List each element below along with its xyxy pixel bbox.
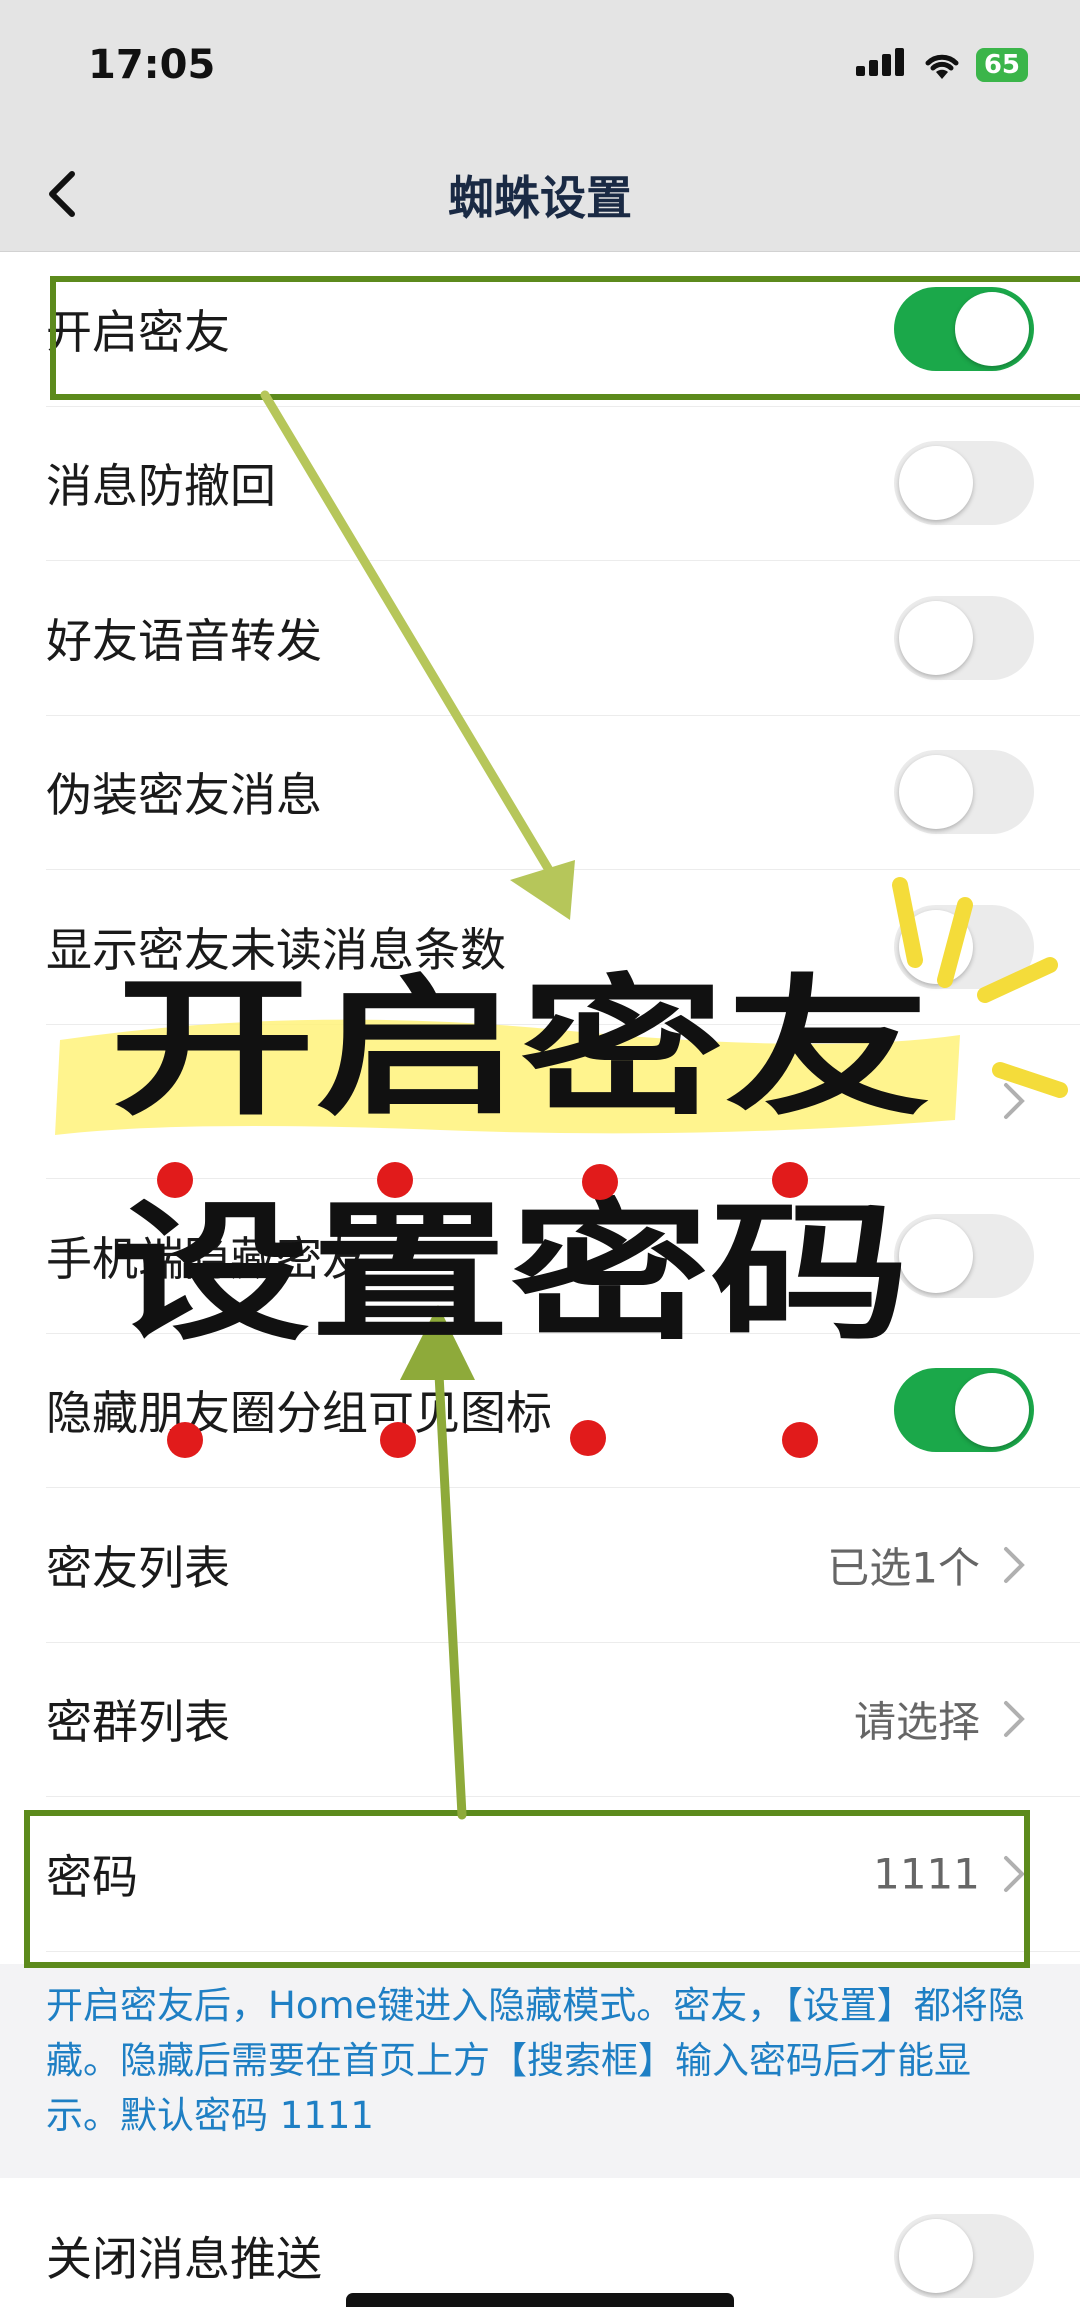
setting-label: 好友语音转发: [46, 613, 322, 668]
toggle-switch-off[interactable]: [894, 595, 1034, 680]
status-icons: 65: [855, 48, 1028, 82]
chevron-right-icon: [1004, 1546, 1025, 1583]
setting-value: 请选择: [853, 1697, 980, 1747]
settings-list: 开启密友 消息防撤回 好友语音转发 伪装密友消息 显示密友未读消息条数 手机端隐…: [0, 252, 1080, 1952]
page-title: 蜘蛛设置: [448, 171, 632, 225]
cellular-signal-icon: [855, 48, 904, 76]
setting-row-disable-push[interactable]: 关闭消息推送: [46, 2178, 1080, 2307]
toggle-switch-off[interactable]: [894, 441, 1034, 526]
setting-value: 已选1个: [827, 1543, 980, 1593]
home-indicator: [346, 2293, 734, 2307]
setting-row-close-group-list[interactable]: 密群列表 请选择: [46, 1643, 1080, 1797]
status-time: 17:05: [88, 42, 216, 88]
setting-row-anti-recall[interactable]: 消息防撤回: [46, 407, 1080, 561]
wifi-icon: [925, 54, 959, 79]
highlight-box-enable-close-friend: [50, 276, 1080, 400]
setting-row-disguise-messages[interactable]: 伪装密友消息: [46, 716, 1080, 870]
setting-row-unread-count[interactable]: 显示密友未读消息条数: [46, 870, 1080, 1025]
highlight-box-password: [24, 1810, 1030, 1968]
info-note: 开启密友后，Home键进入隐藏模式。密友，【设置】都将隐藏。隐藏后需要在首页上方…: [0, 1964, 1080, 2178]
nav-bar: 蜘蛛设置: [0, 140, 1080, 252]
setting-row-voice-forward[interactable]: 好友语音转发: [46, 561, 1080, 716]
toggle-switch-off[interactable]: [894, 904, 1034, 989]
setting-label: 关闭消息推送: [46, 2231, 322, 2286]
setting-label: 密群列表: [46, 1695, 230, 1750]
setting-label: 手机端隐藏密友: [46, 1231, 368, 1286]
setting-label: 伪装密友消息: [46, 768, 322, 823]
setting-row-hide-on-phone[interactable]: 手机端隐藏密友: [46, 1179, 1080, 1334]
toggle-switch-off[interactable]: [894, 1213, 1034, 1298]
setting-label: 隐藏朋友圈分组可见图标: [46, 1386, 552, 1441]
toggle-switch-on[interactable]: [894, 1368, 1034, 1453]
battery-indicator: 65: [975, 48, 1028, 82]
setting-row-hide-moments-icon[interactable]: 隐藏朋友圈分组可见图标: [46, 1334, 1080, 1488]
setting-label: 密友列表: [46, 1540, 230, 1595]
setting-label: 显示密友未读消息条数: [46, 922, 506, 977]
chevron-right-icon: [1004, 1701, 1025, 1738]
toggle-switch-off[interactable]: [894, 750, 1034, 835]
setting-row-obscured[interactable]: [46, 1025, 1080, 1179]
setting-label: 消息防撤回: [46, 459, 276, 514]
chevron-right-icon: [1004, 1083, 1025, 1120]
setting-row-close-friend-list[interactable]: 密友列表 已选1个: [46, 1488, 1080, 1643]
status-bar: 17:05 65: [0, 0, 1080, 140]
toggle-switch-off[interactable]: [894, 2213, 1034, 2298]
